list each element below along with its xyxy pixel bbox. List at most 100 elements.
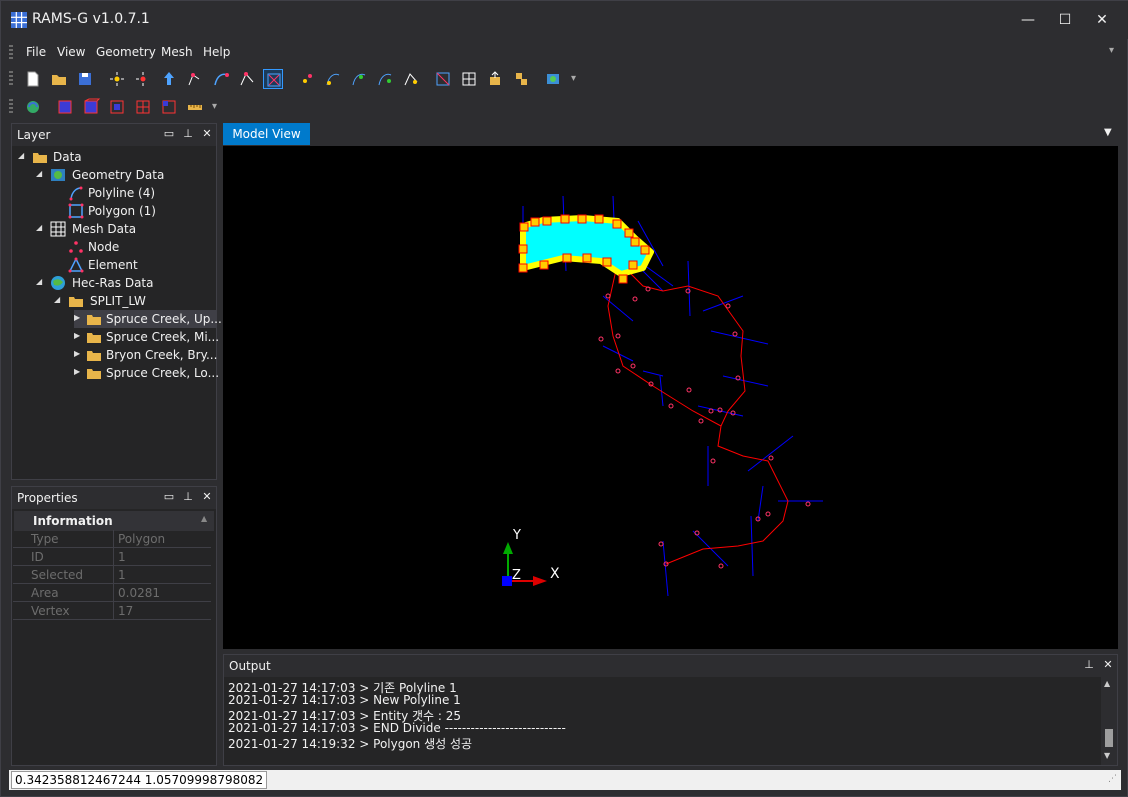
prop-row-type[interactable]: Type Polygon	[13, 530, 211, 548]
float-icon[interactable]: ▭	[162, 127, 176, 141]
move-point-icon[interactable]	[133, 69, 153, 89]
view-cube-top-icon[interactable]	[81, 97, 101, 117]
toolbar-secondary: ▾	[9, 95, 229, 119]
prop-row-vertex[interactable]: Vertex 17	[13, 602, 211, 620]
menu-help[interactable]: Help	[203, 45, 230, 59]
curve-icon-3[interactable]	[375, 69, 395, 89]
view-cube-side-icon[interactable]	[107, 97, 127, 117]
close-icon[interactable]: ✕	[200, 490, 214, 504]
globe-icon	[51, 276, 65, 290]
menu-geometry[interactable]: Geometry	[96, 45, 156, 59]
collapsed-arrow-icon[interactable]: ▶	[74, 313, 80, 322]
polygon-select-icon[interactable]	[263, 69, 283, 89]
collapsed-arrow-icon[interactable]: ▶	[74, 349, 80, 358]
expanded-arrow-icon[interactable]: ◢	[36, 169, 42, 178]
tree-label: Geometry Data	[72, 168, 165, 182]
tree-item-mesh-data[interactable]: ◢ Mesh Data	[36, 220, 216, 238]
tree-item-polygon[interactable]: Polygon (1)	[68, 202, 208, 220]
scroll-up-icon[interactable]: ▲	[1104, 679, 1110, 688]
map-icon[interactable]	[543, 69, 563, 89]
resize-grip-icon[interactable]: ⋰	[1108, 774, 1117, 784]
mesh-generate-icon[interactable]	[433, 69, 453, 89]
mesh-import-icon[interactable]	[511, 69, 531, 89]
ruler-icon[interactable]	[185, 97, 205, 117]
menu-grip[interactable]	[9, 45, 13, 61]
tree-item-geometry-data[interactable]: ◢ Geometry Data	[36, 166, 216, 184]
mesh-grid-icon[interactable]	[459, 69, 479, 89]
curve-icon-1[interactable]	[323, 69, 343, 89]
menu-mesh[interactable]: Mesh	[161, 45, 193, 59]
tree-item-node[interactable]: Node	[68, 238, 208, 256]
menu-view[interactable]: View	[57, 45, 85, 59]
close-icon[interactable]: ✕	[200, 127, 214, 141]
view-cube-front-icon[interactable]	[55, 97, 75, 117]
tree-item-river-1[interactable]: ▶ Spruce Creek, Up...	[74, 310, 222, 328]
view-cube-back-icon[interactable]	[133, 97, 153, 117]
toolbar2-grip[interactable]	[9, 99, 13, 115]
select-arrow-icon[interactable]	[159, 69, 179, 89]
tree-item-polyline[interactable]: Polyline (4)	[68, 184, 208, 202]
properties-section-header[interactable]: Information ▲	[14, 511, 214, 531]
prop-row-id[interactable]: ID 1	[13, 548, 211, 566]
model-view-canvas[interactable]: Y Z X	[223, 146, 1118, 649]
expanded-arrow-icon[interactable]: ◢	[36, 277, 42, 286]
toolbar-overflow-icon[interactable]: ▾	[571, 73, 576, 84]
menu-overflow-icon[interactable]: ▾	[1109, 45, 1114, 56]
curve-icon-2[interactable]	[349, 69, 369, 89]
tree-label: Spruce Creek, Mi...	[106, 330, 220, 344]
tree-item-data[interactable]: ◢ Data	[18, 148, 208, 166]
maximize-button[interactable]: ☐	[1054, 9, 1076, 31]
prop-row-area[interactable]: Area 0.0281	[13, 584, 211, 602]
expanded-arrow-icon[interactable]: ◢	[54, 295, 60, 304]
tree-item-river-4[interactable]: ▶ Spruce Creek, Lo...	[74, 364, 219, 382]
node-add-icon[interactable]	[297, 69, 317, 89]
tree-item-hec-ras-data[interactable]: ◢ Hec-Ras Data	[36, 274, 216, 292]
curve-icon-4[interactable]	[401, 69, 421, 89]
pin-icon[interactable]: ⊥	[181, 127, 195, 141]
polyline-edit-icon[interactable]	[237, 69, 257, 89]
prop-value: 1	[113, 566, 126, 584]
polyline-select-icon[interactable]	[185, 69, 205, 89]
view-cube-iso-icon[interactable]	[159, 97, 179, 117]
collapse-arrow-icon[interactable]: ▲	[201, 514, 207, 523]
toolbar2-overflow-icon[interactable]: ▾	[212, 101, 217, 112]
close-button[interactable]: ✕	[1091, 9, 1113, 31]
properties-panel-title: Properties	[17, 491, 78, 505]
tree-item-element[interactable]: Element	[68, 256, 208, 274]
output-scrollbar[interactable]: ▲ ▼	[1101, 677, 1117, 765]
save-icon[interactable]	[75, 69, 95, 89]
status-bar: 0.342358812467244 1.05709998798082 ⋰	[9, 770, 1121, 790]
log-line: 2021-01-27 14:17:03 > New Polyline 1	[228, 693, 461, 707]
tab-model-view[interactable]: Model View	[223, 123, 310, 145]
model-view-drawing[interactable]: Y Z X	[223, 146, 1118, 649]
scroll-thumb[interactable]	[1105, 729, 1113, 747]
add-point-icon[interactable]	[107, 69, 127, 89]
output-log[interactable]: 2021-01-27 14:17:03 > 기존 Polyline 1 2021…	[224, 677, 1100, 765]
tree-item-river-2[interactable]: ▶ Spruce Creek, Mi...	[74, 328, 220, 346]
tree-item-river-3[interactable]: ▶ Bryon Creek, Bry...	[74, 346, 217, 364]
close-icon[interactable]: ✕	[1101, 658, 1115, 672]
prop-row-selected[interactable]: Selected 1	[13, 566, 211, 584]
pin-icon[interactable]: ⊥	[181, 490, 195, 504]
expanded-arrow-icon[interactable]: ◢	[36, 223, 42, 232]
tab-dropdown-icon[interactable]: ▼	[1104, 127, 1112, 138]
properties-panel-header: Properties ▭ ⊥ ✕	[12, 487, 216, 509]
mesh-export-icon[interactable]	[485, 69, 505, 89]
tree-item-split-lw[interactable]: ◢ SPLIT_LW	[54, 292, 216, 310]
axis-z-label: Z	[512, 568, 521, 583]
prop-key: Type	[31, 532, 59, 546]
minimize-button[interactable]: —	[1017, 9, 1039, 31]
open-folder-icon[interactable]	[49, 69, 69, 89]
app-window: RAMS-G v1.0.7.1 — ☐ ✕ File View Geometry…	[0, 0, 1128, 797]
pin-icon[interactable]: ⊥	[1082, 658, 1096, 672]
float-icon[interactable]: ▭	[162, 490, 176, 504]
collapsed-arrow-icon[interactable]: ▶	[74, 331, 80, 340]
scroll-down-icon[interactable]: ▼	[1104, 751, 1110, 760]
expanded-arrow-icon[interactable]: ◢	[18, 151, 24, 160]
polyline-draw-icon[interactable]	[211, 69, 231, 89]
toolbar-grip[interactable]	[9, 71, 13, 87]
menu-file[interactable]: File	[26, 45, 46, 59]
refresh-icon[interactable]	[23, 97, 43, 117]
collapsed-arrow-icon[interactable]: ▶	[74, 367, 80, 376]
new-file-icon[interactable]	[23, 69, 43, 89]
